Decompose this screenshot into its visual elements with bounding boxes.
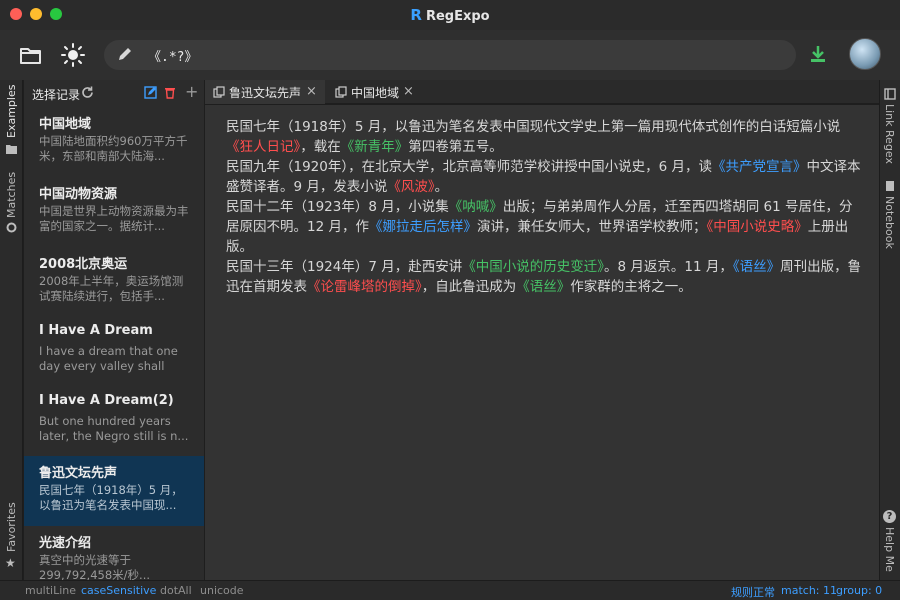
examples-sidebar: 选择记录 + 中国地域 中国陆地面积约960万平方千米，东部和南部大陆海... … <box>24 80 204 580</box>
app-logo-icon: R <box>410 6 422 24</box>
link-icon[interactable] <box>884 88 896 100</box>
right-activity-bar: Link Regex Notebook ? Help Me <box>879 80 900 580</box>
examples-tab[interactable]: Examples <box>5 85 18 138</box>
list-item-title: 光速介绍 <box>39 536 92 551</box>
list-item-title: I Have A Dream <box>39 323 153 338</box>
list-item[interactable]: 中国动物资源 中国是世界上动物资源最为丰富的国家之一。据统计... <box>24 177 204 247</box>
list-item-preview: 中国陆地面积约960万平方千米，东部和南部大陆海... <box>39 134 188 163</box>
add-icon[interactable]: + <box>185 82 198 101</box>
matches-tab[interactable]: Matches <box>5 172 18 218</box>
list-item-preview: 2008年上半年，奥运场馆测试赛陆续进行，包括手... <box>39 274 184 303</box>
regex-match: 《语丝》 <box>516 279 571 295</box>
delete-icon[interactable] <box>164 86 176 99</box>
tab-china-region[interactable]: 中国地域 × <box>327 80 419 104</box>
list-item-title: 中国动物资源 <box>39 187 118 202</box>
star-icon[interactable]: ★ <box>5 556 16 570</box>
tab-label: 中国地域 <box>351 86 400 100</box>
notebook-icon[interactable] <box>884 180 896 192</box>
folder-icon[interactable] <box>18 42 44 68</box>
regex-status: 规则正常 <box>731 586 775 599</box>
regex-match: 《共产党宣言》 <box>712 159 807 175</box>
avatar[interactable] <box>849 38 881 70</box>
list-item[interactable]: I Have A Dream(2) But one hundred years … <box>24 387 204 457</box>
editor-paragraph: 民国十二年（1923年）8 月，小说集《呐喊》出版；与弟弟周作人分居，迁至西四塔… <box>226 197 862 257</box>
sidebar-header: 选择记录 + <box>24 80 204 106</box>
tab-bar: 鲁迅文坛先声 × 中国地域 × <box>205 80 879 104</box>
document-icon <box>335 86 347 98</box>
editor-text-run: 演讲，兼任女师大，世界语学校教师； <box>476 219 707 235</box>
regex-input[interactable]: 《.*?》 <box>148 46 197 65</box>
list-item[interactable]: 中国地域 中国陆地面积约960万平方千米，东部和南部大陆海... <box>24 107 204 177</box>
regex-match: 《狂人日记》 <box>226 139 301 155</box>
editor-text-run: 。 <box>434 179 449 195</box>
list-item[interactable]: 光速介绍 真空中的光速等于299,792,458米/秒... <box>24 526 204 580</box>
regex-match: 《语丝》 <box>732 259 781 275</box>
list-item-active[interactable]: 鲁迅文坛先声 民国七年（1918年）5 月，以鲁迅为笔名发表中国现... <box>24 456 204 526</box>
regex-match: 《娜拉走后怎样》 <box>368 219 477 235</box>
refresh-icon[interactable] <box>81 86 94 99</box>
unicode-flag[interactable]: unicode <box>200 584 244 597</box>
list-item-title: 鲁迅文坛先声 <box>39 466 118 481</box>
left-activity-bar: Examples Matches Favorites ★ <box>0 80 23 580</box>
editor-paragraph: 民国十三年（1924年）7 月，赴西安讲《中国小说的历史变迁》。8 月返京。11… <box>226 257 862 297</box>
list-item[interactable]: I Have A Dream I have a dream that one d… <box>24 317 204 387</box>
tab-label: 鲁迅文坛先声 <box>229 86 302 100</box>
sidebar-title: 选择记录 <box>32 88 81 102</box>
notebook-tab[interactable]: Notebook <box>883 196 896 249</box>
editor-text-run: 作家群的主将之一。 <box>570 279 692 295</box>
matches-icon <box>6 222 17 233</box>
regex-match: 《中国小说的历史变迁》 <box>462 259 604 275</box>
regex-match: 《风波》 <box>387 179 435 195</box>
list-item-preview: 真空中的光速等于299,792,458米/秒... <box>39 553 151 580</box>
editor-text-run: 民国十二年（1923年）8 月，小说集 <box>226 199 449 215</box>
list-item[interactable]: 2008北京奥运 2008年上半年，奥运场馆测试赛陆续进行，包括手... <box>24 247 204 317</box>
match-count: match: 11 <box>781 584 837 597</box>
title-bar: R RegExpo <box>0 0 900 30</box>
edit-record-icon[interactable] <box>144 86 157 99</box>
editor-text-run: ，自此鲁迅成为 <box>421 279 517 295</box>
sun-icon[interactable] <box>60 42 86 68</box>
regex-input-bar[interactable] <box>104 40 796 70</box>
list-item-title: I Have A Dream(2) <box>39 393 174 408</box>
case-sensitive-flag[interactable]: caseSensitive <box>81 584 156 597</box>
tab-close-icon[interactable]: × <box>306 84 317 99</box>
list-item-title: 2008北京奥运 <box>39 257 128 272</box>
status-bar: multiLine caseSensitive dotAll unicode 规… <box>0 580 900 600</box>
download-icon[interactable] <box>808 44 828 64</box>
group-count: group: 0 <box>836 584 883 597</box>
regex-match: 《新青年》 <box>340 139 409 155</box>
editor-text-run: 第四卷第五号。 <box>408 139 503 155</box>
multiline-flag[interactable]: multiLine <box>25 584 76 597</box>
list-item-title: 中国地域 <box>39 117 92 132</box>
folder-small-icon <box>6 145 17 154</box>
app-name: RegExpo <box>425 9 490 24</box>
regex-match: 《呐喊》 <box>448 199 503 215</box>
list-item-preview: I have a dream that one day every valley… <box>39 344 178 373</box>
help-me-tab[interactable]: Help Me <box>883 527 896 572</box>
tab-luxun[interactable]: 鲁迅文坛先声 × <box>205 80 325 104</box>
favorites-tab[interactable]: Favorites <box>5 502 18 552</box>
editor-text-run: 民国七年（1918年）5 月，以鲁迅为笔名发表中国现代文学史上第一篇用现代体式创… <box>226 119 841 135</box>
dotall-flag[interactable]: dotAll <box>160 584 192 597</box>
editor-text-run: 民国十三年（1924年）7 月，赴西安讲 <box>226 259 463 275</box>
document-icon <box>213 86 225 98</box>
list-item-preview: 民国七年（1918年）5 月，以鲁迅为笔名发表中国现... <box>39 483 183 512</box>
editor-paragraph: 民国七年（1918年）5 月，以鲁迅为笔名发表中国现代文学史上第一篇用现代体式创… <box>226 117 862 157</box>
pencil-icon[interactable] <box>116 45 134 63</box>
help-icon[interactable]: ? <box>883 510 896 523</box>
editor-paragraph: 民国九年（1920年），在北京大学，北京高等师范学校讲授中国小说史，6 月，读《… <box>226 157 862 197</box>
editor-text-run: ，载在 <box>300 139 341 155</box>
list-item-preview: But one hundred years later, the Negro s… <box>39 414 189 443</box>
text-editor[interactable]: 民国七年（1918年）5 月，以鲁迅为笔名发表中国现代文学史上第一篇用现代体式创… <box>205 105 879 580</box>
regex-match: 《中国小说史略》 <box>706 219 808 235</box>
tab-close-icon[interactable]: × <box>403 84 414 99</box>
app-title: R RegExpo <box>0 6 900 24</box>
editor-content[interactable]: 民国七年（1918年）5 月，以鲁迅为笔名发表中国现代文学史上第一篇用现代体式创… <box>226 117 862 297</box>
regex-match: 《论雷峰塔的倒掉》 <box>307 279 422 295</box>
editor-text-run: 民国九年（1920年），在北京大学，北京高等师范学校讲授中国小说史，6 月，读 <box>226 159 712 175</box>
editor-text-run: 。8 月返京。11 月， <box>604 259 733 275</box>
list-item-preview: 中国是世界上动物资源最为丰富的国家之一。据统计... <box>39 204 189 233</box>
link-regex-tab[interactable]: Link Regex <box>883 104 896 164</box>
